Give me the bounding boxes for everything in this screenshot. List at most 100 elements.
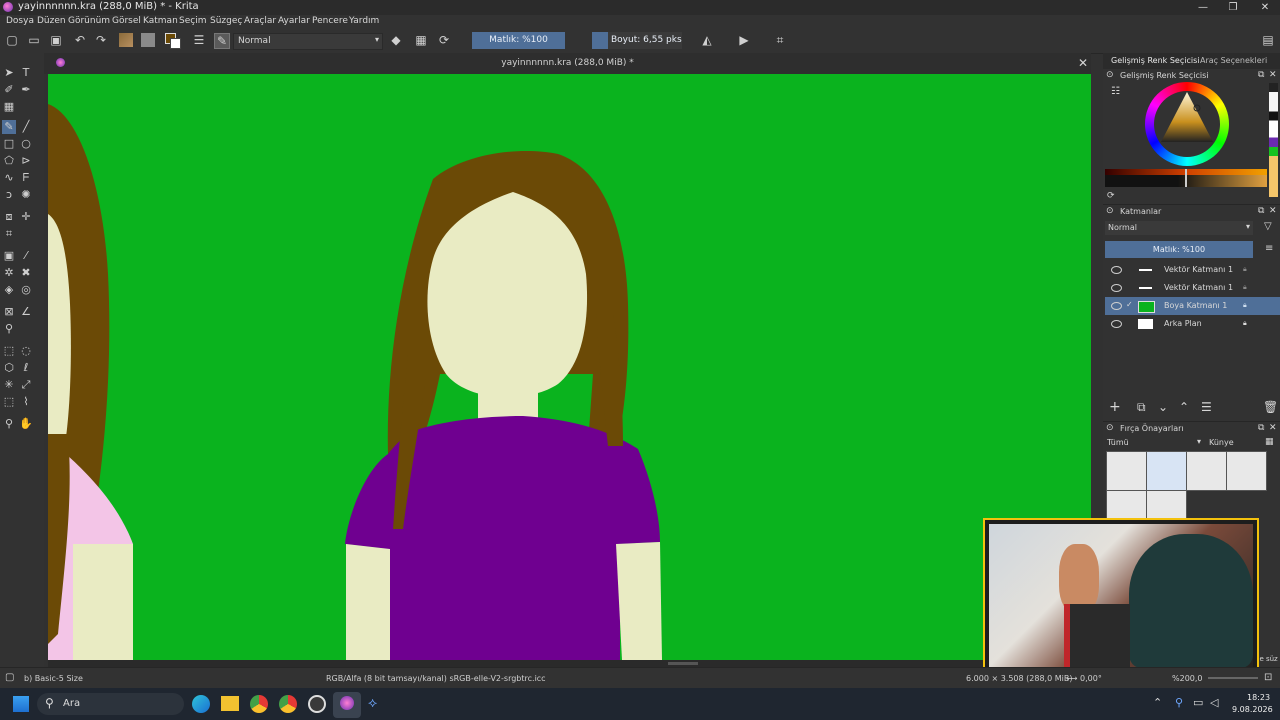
docker-close-icon[interactable]: ✕ <box>1269 70 1277 80</box>
volume-icon[interactable]: ◁ <box>1210 696 1218 709</box>
tray-overflow-icon[interactable]: ⌃ <box>1153 696 1162 709</box>
multibrush-icon[interactable]: ✺ <box>19 188 33 202</box>
layer-blend-select[interactable]: Normal ▾ <box>1105 221 1253 235</box>
presets-float-icon[interactable]: ⊙ <box>1106 423 1114 433</box>
visibility-eye-icon[interactable] <box>1111 302 1122 310</box>
app-taskbar-icon[interactable]: ⟡ <box>368 695 384 713</box>
workspace-icon[interactable]: ▤ <box>1261 33 1275 47</box>
preset-view-icon[interactable]: ▦ <box>1265 437 1274 447</box>
transform-tool-icon[interactable]: ⧈ <box>2 210 16 224</box>
undo-icon[interactable]: ↶ <box>73 33 87 47</box>
lock-icon[interactable]: 🔒︎ <box>1243 301 1247 310</box>
fill-tool-icon[interactable]: ◈ <box>2 283 16 297</box>
gradient-edit-icon[interactable]: ▦ <box>2 100 16 114</box>
line-tool-icon[interactable]: ╱ <box>19 120 33 134</box>
move-tool-icon[interactable]: ✛ <box>19 210 33 224</box>
layer-row-selected[interactable]: ✓ Boya Katmanı 1 🔒︎ <box>1105 297 1280 315</box>
color-picker-icon[interactable]: ⁄ <box>19 249 33 263</box>
canvas-scrollbar[interactable] <box>48 660 1091 667</box>
docker-undock-icon[interactable]: ⧉ <box>1258 70 1264 80</box>
freehand-brush-icon[interactable]: ✎ <box>2 120 16 134</box>
status-zoom[interactable]: %200,0 <box>1172 674 1203 683</box>
calligraphy-icon[interactable]: ✒ <box>19 83 33 97</box>
menu-yardim[interactable]: Yardım <box>349 16 379 26</box>
crop-tool-icon[interactable]: ⌗ <box>2 227 16 241</box>
polyline-tool-icon[interactable]: ⊳ <box>19 154 33 168</box>
color-refresh-icon[interactable]: ⟳ <box>1107 191 1115 201</box>
contiguous-select-icon[interactable]: ✳ <box>2 378 16 392</box>
preset-filter-select[interactable]: Tümü ▾ <box>1105 436 1201 449</box>
assistant-tool-icon[interactable]: ⊠ <box>2 305 16 319</box>
layer-menu-icon[interactable]: ≡ <box>1265 243 1273 254</box>
dynamic-brush-icon[interactable]: ↄ <box>2 188 16 202</box>
menu-suzgec[interactable]: Süzgeç <box>210 16 242 26</box>
colorize-mask-icon[interactable]: ✖ <box>19 266 33 280</box>
freehand-select-icon[interactable]: ℓ <box>19 361 33 375</box>
presets-undock-icon[interactable]: ⧉ <box>1258 423 1264 433</box>
windows-start-icon[interactable] <box>13 696 29 712</box>
bezier-tool-icon[interactable]: ∿ <box>2 171 16 185</box>
menu-duzen[interactable]: Düzen <box>37 16 66 26</box>
saturation-triangle[interactable] <box>1145 82 1229 166</box>
scrollbar-handle[interactable] <box>668 662 698 665</box>
layer-row[interactable]: Vektör Katmanı 1 🔒︎ <box>1105 261 1280 279</box>
brush-preset-icon[interactable]: ✎ <box>214 33 230 49</box>
layer-opacity-slider[interactable]: Matlık: %100 <box>1105 241 1253 258</box>
pattern-selector-icon[interactable] <box>141 33 155 47</box>
brush-preset-eraser[interactable] <box>1106 451 1147 491</box>
opacity-slider[interactable]: Matlık: %100 <box>472 32 565 49</box>
menu-araclar[interactable]: Araçlar <box>244 16 276 26</box>
layers-close-icon[interactable]: ✕ <box>1269 206 1277 216</box>
pan-tool-icon[interactable]: ✋ <box>19 417 33 431</box>
mirror-horizontal-icon[interactable]: ◭ <box>700 33 714 47</box>
clock-time[interactable]: 18:23 <box>1247 693 1270 702</box>
enclose-fill-icon[interactable]: ◎ <box>19 283 33 297</box>
krita-taskbar-active[interactable] <box>333 692 361 718</box>
tab-tool-options[interactable]: Araç Seçenekleri <box>1200 56 1267 65</box>
mirror-vertical-icon[interactable]: ▶ <box>737 33 751 47</box>
delete-layer-icon[interactable]: 🗑︎ <box>1263 400 1278 414</box>
edge-browser-icon[interactable] <box>192 695 210 713</box>
wrap-around-icon[interactable]: ⌗ <box>773 33 787 47</box>
smart-patch-icon[interactable]: ✲ <box>2 266 16 280</box>
new-document-icon[interactable]: ▢ <box>5 33 19 47</box>
layer-row[interactable]: Arka Plan 🔒︎ <box>1105 315 1280 333</box>
ellipse-select-icon[interactable]: ◌ <box>19 344 33 358</box>
freehand-path-icon[interactable]: ᖴ <box>19 171 33 185</box>
visibility-eye-icon[interactable] <box>1111 284 1122 292</box>
visibility-eye-icon[interactable] <box>1111 266 1122 274</box>
menu-katman[interactable]: Katman <box>143 16 178 26</box>
menu-ayarlar[interactable]: Ayarlar <box>278 16 310 26</box>
menu-dosya[interactable]: Dosya <box>6 16 34 26</box>
color-settings-icon[interactable]: ☷ <box>1111 86 1120 97</box>
gradient-selector-icon[interactable] <box>119 33 133 47</box>
color-history-strip[interactable] <box>1269 83 1278 197</box>
chrome-icon[interactable] <box>250 695 268 713</box>
size-slider[interactable]: Boyut: 6,55 pks <box>592 32 682 49</box>
reload-preset-icon[interactable]: ⟳ <box>437 33 451 47</box>
lock-icon[interactable]: 🔒︎ <box>1243 283 1247 292</box>
file-explorer-icon[interactable] <box>221 696 239 711</box>
gradient-tool-icon[interactable]: ▣ <box>2 249 16 263</box>
tab-color-selector[interactable]: Gelişmiş Renk Seçicisi <box>1111 56 1199 65</box>
zoom-slider[interactable] <box>1208 677 1258 679</box>
brush-preset-airbrush[interactable] <box>1186 451 1227 491</box>
preset-tag-label[interactable]: Künye <box>1209 438 1234 447</box>
zoom-tool-icon[interactable]: ⚲ <box>2 417 16 431</box>
obs-icon[interactable] <box>308 695 326 713</box>
add-layer-icon[interactable]: + <box>1109 399 1121 415</box>
menu-gorsel[interactable]: Görsel <box>112 16 141 26</box>
brush-preset-ink[interactable] <box>1226 451 1267 491</box>
polygon-select-icon[interactable]: ⬡ <box>2 361 16 375</box>
move-layer-down-icon[interactable]: ⌄ <box>1158 400 1168 414</box>
move-layer-up-icon[interactable]: ⌃ <box>1179 400 1189 414</box>
measure-tool-icon[interactable]: ∠ <box>19 305 33 319</box>
visibility-eye-icon[interactable] <box>1111 320 1122 328</box>
tray-app-icon[interactable]: ⚲ <box>1175 696 1183 709</box>
clock-date[interactable]: 9.08.2026 <box>1232 705 1273 714</box>
ellipse-tool-icon[interactable]: ○ <box>19 137 33 151</box>
presets-close-icon[interactable]: ✕ <box>1269 423 1277 433</box>
preserve-alpha-icon[interactable]: ▦ <box>414 33 428 47</box>
magnetic-select-icon[interactable]: ⌇ <box>19 395 33 409</box>
brush-preset-blue-eraser[interactable] <box>1146 451 1187 491</box>
